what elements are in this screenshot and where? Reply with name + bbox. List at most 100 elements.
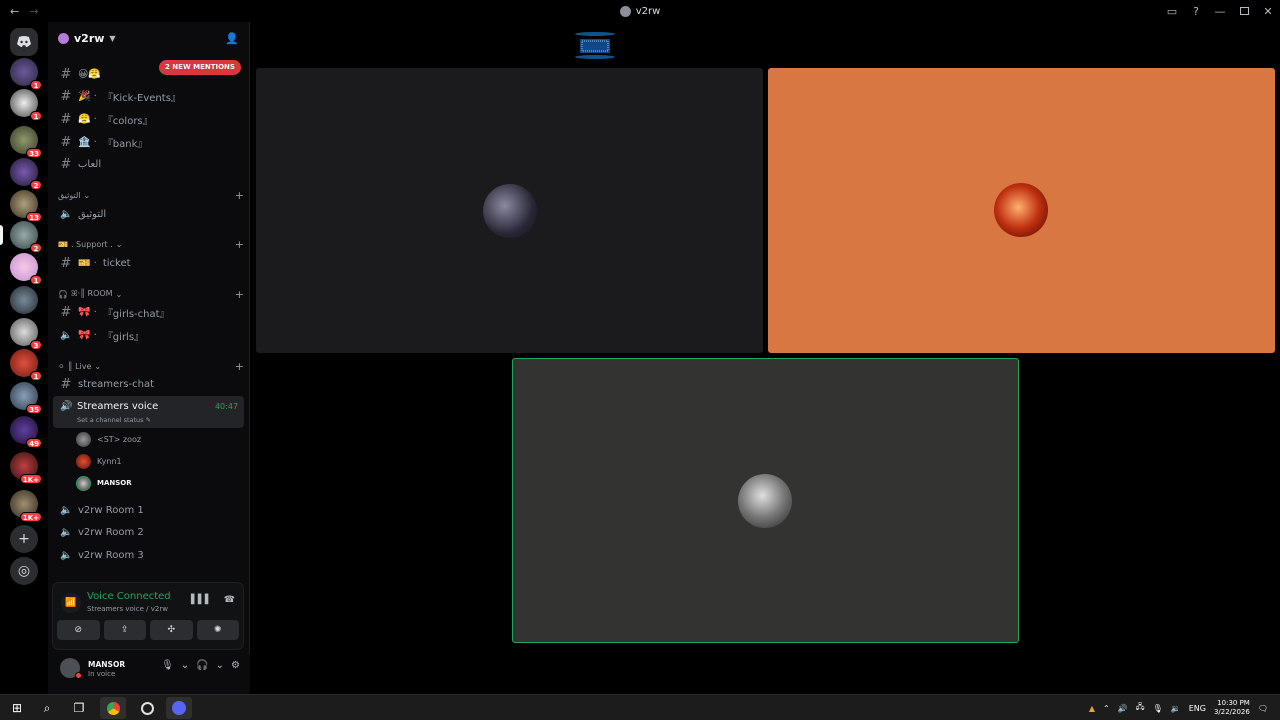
clock[interactable]: 10:30 PM 3/22/2026: [1214, 699, 1250, 717]
chevron-down-icon[interactable]: ⌄: [181, 660, 189, 671]
forward-arrow-icon[interactable]: →: [29, 5, 38, 18]
soundboard-button[interactable]: ✺: [196, 620, 239, 640]
server-icon[interactable]: 1: [10, 349, 42, 381]
inbox-icon[interactable]: ▭: [1160, 5, 1184, 18]
server-icon[interactable]: 13: [10, 190, 42, 222]
create-channel-icon[interactable]: +: [235, 189, 244, 202]
screen-share-button[interactable]: ⇪: [103, 620, 146, 640]
voice-channel-room3[interactable]: 🔈 v2rw Room 3: [54, 545, 244, 565]
channel-label: 『girls-chat』: [102, 308, 170, 320]
channel-kick-events[interactable]: # 🎉 · 『Kick-Events』: [54, 86, 244, 106]
network-icon[interactable]: 🖧: [1136, 701, 1145, 715]
gear-icon[interactable]: ⚙: [231, 660, 240, 671]
create-channel-icon[interactable]: +: [235, 360, 244, 373]
server-folder[interactable]: 1K+: [10, 452, 42, 484]
discord-taskbar-icon[interactable]: [166, 697, 192, 719]
avatar: [76, 475, 91, 491]
noise-suppression-icon[interactable]: ▌▌▌: [191, 595, 212, 605]
server-icon[interactable]: 3: [10, 318, 42, 350]
chrome-icon[interactable]: [100, 697, 126, 719]
category-support[interactable]: 🎫. Support . ⌄ +: [58, 237, 244, 251]
channel-bank[interactable]: # 🏦 · 『bank』: [54, 132, 244, 152]
voice-member[interactable]: MANSOR: [76, 474, 132, 492]
create-channel-icon[interactable]: +: [235, 288, 244, 301]
hash-icon: #: [60, 376, 72, 392]
notification-icon[interactable]: 🗨: [1258, 704, 1268, 713]
server-header[interactable]: v2rw ▼ 👤: [48, 22, 249, 54]
selected-server-pill: [0, 225, 3, 245]
channel-girls-chat[interactable]: # 🎀 · 『girls-chat』: [54, 302, 244, 322]
server-icon[interactable]: 35: [10, 382, 42, 414]
server-folder[interactable]: 1K+: [10, 490, 42, 522]
headphones-icon: 🎧: [58, 289, 68, 299]
server-icon[interactable]: 1: [10, 253, 42, 285]
voice-status-title[interactable]: Voice Connected: [87, 591, 171, 602]
help-icon[interactable]: ?: [1184, 5, 1208, 18]
category-room[interactable]: 🎧 ꕤ·║ ROOM ⌄ +: [58, 287, 244, 301]
mention-badge: 1: [30, 275, 42, 285]
category-arabic[interactable]: التوثيق ⌄ +: [58, 188, 244, 202]
channel-arabic[interactable]: # العاب: [54, 154, 244, 174]
hash-icon: #: [60, 304, 72, 320]
chevron-down-icon[interactable]: ⌄: [216, 660, 224, 671]
windows-start-icon[interactable]: ⊞: [4, 697, 30, 719]
headphones-icon[interactable]: 🎧: [196, 660, 208, 671]
server-icon[interactable]: 33: [10, 126, 42, 158]
search-icon[interactable]: ⌕: [34, 697, 60, 719]
participant-tile[interactable]: [768, 68, 1275, 353]
voice-status-subtitle[interactable]: Streamers voice / v2rw: [87, 605, 168, 613]
minimize-icon[interactable]: —: [1208, 5, 1232, 18]
invite-icon[interactable]: 👤: [225, 32, 239, 45]
voice-member[interactable]: <ST> zooz: [76, 430, 141, 448]
server-icon[interactable]: [10, 286, 38, 314]
active-voice-channel[interactable]: 🔊 Streamers voice Set a channel status ✎…: [53, 396, 244, 428]
discord-logo-icon: [17, 36, 31, 47]
microphone-icon[interactable]: 🎙: [1153, 704, 1163, 713]
voice-channel-girls[interactable]: 🔈 🎀 · 『girls』: [54, 325, 244, 345]
signal-icon[interactable]: 📶: [61, 593, 81, 613]
server-icon[interactable]: 1: [10, 89, 42, 121]
mention-badge: 49: [26, 438, 42, 448]
participant-tile[interactable]: [256, 68, 763, 353]
screen-share-icon: ⇪: [120, 625, 129, 635]
back-arrow-icon[interactable]: ←: [10, 5, 19, 18]
server-icon[interactable]: 2: [10, 158, 42, 190]
microphone-icon[interactable]: 🎙: [161, 660, 174, 671]
channel-streamers-chat[interactable]: # streamers-chat: [54, 374, 244, 394]
server-folder[interactable]: 49: [10, 416, 42, 448]
chevron-up-icon[interactable]: ⌃: [1103, 704, 1110, 713]
avatar: [76, 431, 91, 447]
speaker-icon: 🔊: [60, 401, 73, 412]
warning-icon[interactable]: ▲: [1089, 704, 1095, 713]
server-icon[interactable]: 2: [10, 221, 42, 253]
voice-channel-room2[interactable]: 🔈 v2rw Room 2: [54, 522, 244, 542]
add-server-button[interactable]: +: [10, 525, 38, 553]
create-channel-icon[interactable]: +: [235, 238, 244, 251]
close-icon[interactable]: ✕: [1256, 5, 1280, 18]
voice-channel-room1[interactable]: 🔈 v2rw Room 1: [54, 500, 244, 520]
activities-button[interactable]: ✣: [150, 620, 193, 640]
volume-icon[interactable]: 🔉: [1171, 704, 1181, 713]
username[interactable]: MANSOR: [88, 660, 125, 669]
category-live[interactable]: ⚪ ║ Live ⌄ +: [58, 359, 244, 373]
discover-button[interactable]: ◎: [10, 557, 38, 585]
maximize-icon[interactable]: [1232, 5, 1256, 18]
task-view-icon[interactable]: ❐: [66, 697, 92, 719]
voice-channel-arabic[interactable]: 🔈 التوثيق: [54, 204, 244, 224]
language-indicator[interactable]: ENG: [1189, 704, 1206, 713]
channel-colors[interactable]: # 😤 · 『colors』: [54, 109, 244, 129]
voice-member[interactable]: Kynn1: [76, 452, 122, 470]
emoji-icon: 😀😤: [78, 68, 101, 80]
speaker-icon[interactable]: 🔊: [1118, 704, 1128, 713]
server-icon[interactable]: 1: [10, 58, 42, 90]
app-icon[interactable]: [134, 697, 160, 719]
disconnect-icon[interactable]: ☎: [224, 595, 235, 605]
new-mentions-pill[interactable]: 2 NEW MENTIONS: [159, 60, 241, 75]
participant-tile-speaking[interactable]: [512, 358, 1019, 643]
direct-messages-button[interactable]: [10, 28, 38, 56]
mention-badge: 3: [30, 340, 42, 350]
channel-status[interactable]: Set a channel status ✎: [77, 416, 151, 424]
channel-label: v2rw Room 2: [78, 526, 144, 538]
camera-off-button[interactable]: ⊘: [57, 620, 100, 640]
channel-ticket[interactable]: # 🎫 · ticket: [54, 253, 244, 273]
